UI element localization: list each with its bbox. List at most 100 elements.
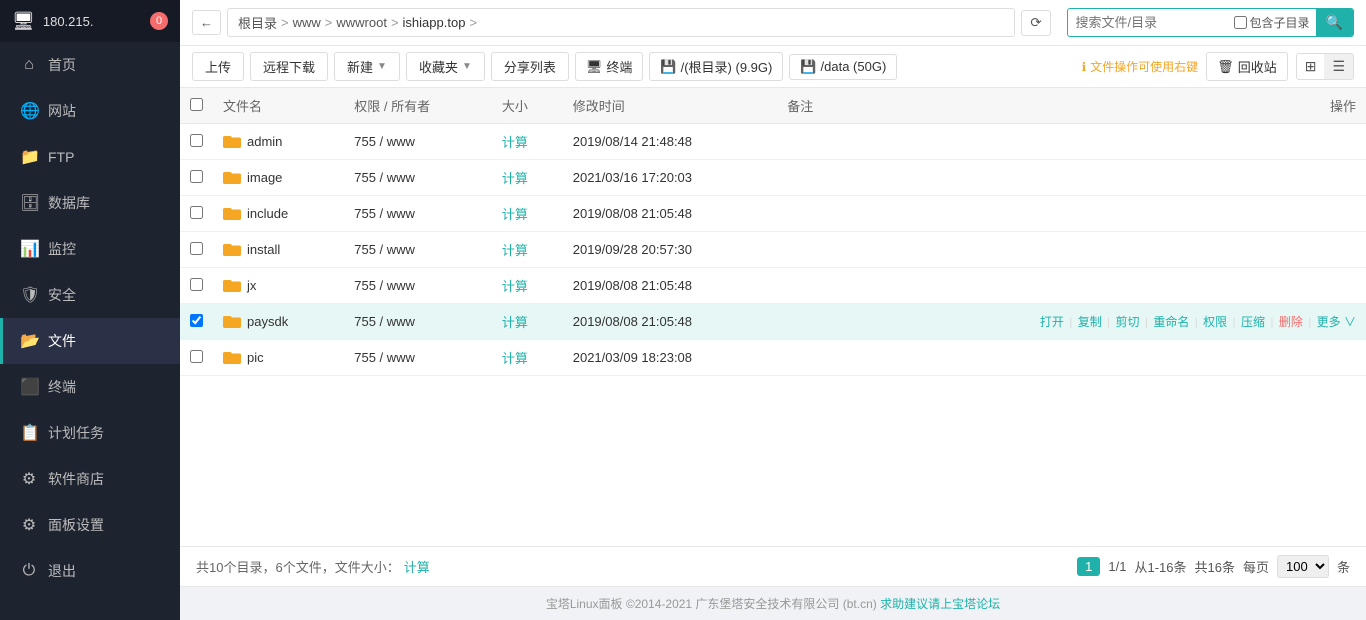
row-permission-cell: 755 / www: [344, 160, 492, 196]
search-input[interactable]: [1068, 11, 1228, 34]
action-cut[interactable]: 剪切: [1116, 315, 1140, 329]
action-copy[interactable]: 复制: [1078, 315, 1102, 329]
row-actions-cell: [848, 232, 1366, 268]
row-size-cell[interactable]: 计算: [492, 232, 563, 268]
table-header-row: 文件名 权限 / 所有者 大小 修改时间 备注 操作: [180, 88, 1366, 124]
sidebar-item-files[interactable]: 📂 文件: [0, 318, 180, 364]
row-checkbox[interactable]: [190, 170, 203, 183]
file-name-text[interactable]: pic: [247, 350, 264, 365]
cron-icon: 📋: [20, 423, 38, 443]
row-size-cell[interactable]: 计算: [492, 196, 563, 232]
row-note-cell: [777, 160, 848, 196]
footer-link[interactable]: 求助建议请上宝塔论坛: [880, 597, 1000, 611]
sidebar-label-ftp: FTP: [48, 149, 74, 165]
sidebar-item-database[interactable]: 🗄 数据库: [0, 180, 180, 226]
file-name-text[interactable]: install: [247, 242, 280, 257]
row-checkbox[interactable]: [190, 134, 203, 147]
toolbar-right: ℹ 文件操作可使用右键 🗑 回收站 ⊞ ☰: [1082, 52, 1354, 81]
sidebar-item-terminal[interactable]: ⬛ 终端: [0, 364, 180, 410]
sidebar-label-panel: 面板设置: [48, 515, 104, 535]
view-toggle: ⊞ ☰: [1296, 53, 1354, 80]
breadcrumb-wwwroot[interactable]: wwwroot: [336, 15, 387, 30]
breadcrumb-www[interactable]: www: [293, 15, 321, 30]
row-checkbox[interactable]: [190, 242, 203, 255]
remote-download-button[interactable]: 远程下载: [250, 52, 328, 81]
file-name-text[interactable]: image: [247, 170, 282, 185]
row-size-cell[interactable]: 计算: [492, 304, 563, 340]
row-size-cell[interactable]: 计算: [492, 124, 563, 160]
table-row: include 755 / www 计算 2019/08/08 21:05:48: [180, 196, 1366, 232]
file-name-text[interactable]: paysdk: [247, 314, 288, 329]
row-size-cell[interactable]: 计算: [492, 340, 563, 376]
sidebar-label-cron: 计划任务: [48, 423, 104, 443]
row-permission-cell: 755 / www: [344, 304, 492, 340]
file-name-wrapper: admin: [223, 133, 334, 151]
view-grid-button[interactable]: ⊞: [1297, 54, 1325, 79]
terminal-button[interactable]: 🖥 终端: [575, 52, 644, 81]
row-note-cell: [777, 340, 848, 376]
sidebar-item-monitor[interactable]: 📊 监控: [0, 226, 180, 272]
home-icon: ⌂: [20, 56, 38, 74]
action-delete[interactable]: 删除: [1279, 315, 1303, 329]
breadcrumb-bar: 根目录 > www > wwwroot > ishiapp.top >: [227, 8, 1015, 37]
share-list-button[interactable]: 分享列表: [491, 52, 569, 81]
recycle-bin-button[interactable]: 🗑 回收站: [1206, 52, 1288, 81]
row-checkbox[interactable]: [190, 350, 203, 363]
action-rename[interactable]: 重命名: [1153, 315, 1189, 329]
row-checkbox[interactable]: [190, 314, 203, 327]
favorites-button[interactable]: 收藏夹 ▼: [406, 52, 485, 81]
sidebar-item-cron[interactable]: 📋 计划任务: [0, 410, 180, 456]
row-checkbox-cell: [180, 160, 213, 196]
statusbar-calc[interactable]: 计算: [404, 557, 430, 576]
row-name-cell: paysdk: [213, 304, 344, 340]
sidebar-item-appstore[interactable]: ⚙ 软件商店: [0, 456, 180, 502]
sidebar-item-ftp[interactable]: 📁 FTP: [0, 134, 180, 180]
action-more[interactable]: 更多 ∨: [1317, 315, 1356, 329]
new-arrow-icon: ▼: [377, 61, 387, 72]
sidebar-label-home: 首页: [48, 55, 76, 75]
notification-badge: 0: [150, 12, 168, 30]
terminal-icon: ⬛: [20, 377, 38, 397]
row-actions-cell: 打开 | 复制 | 剪切 | 重命名 | 权限 | 压缩 | 删除 | 更多 ∨: [848, 304, 1366, 340]
sidebar-item-panel[interactable]: ⚙ 面板设置: [0, 502, 180, 548]
page-current-button[interactable]: 1: [1077, 557, 1100, 576]
view-list-button[interactable]: ☰: [1324, 54, 1353, 79]
row-size-cell[interactable]: 计算: [492, 160, 563, 196]
file-name-text[interactable]: include: [247, 206, 288, 221]
row-checkbox-cell: [180, 304, 213, 340]
root-disk-button[interactable]: 💾 /(根目录) (9.9G): [649, 52, 783, 81]
include-subdir-checkbox[interactable]: [1234, 16, 1247, 29]
row-checkbox[interactable]: [190, 278, 203, 291]
select-all-checkbox[interactable]: [190, 98, 203, 111]
sidebar-header: 🖥 180.215. 0: [0, 0, 180, 42]
page-total: 1/1: [1108, 559, 1126, 574]
row-actions-cell: [848, 196, 1366, 232]
grid-icon: ⊞: [1305, 58, 1317, 74]
statusbar-summary: 共10个目录，6个文件，文件大小：: [196, 557, 400, 576]
page-range: 从1-16条: [1134, 557, 1186, 576]
upload-button[interactable]: 上传: [192, 52, 244, 81]
per-page-select[interactable]: 100 50 200: [1277, 555, 1329, 578]
file-name-text[interactable]: admin: [247, 134, 282, 149]
file-name-text[interactable]: jx: [247, 278, 256, 293]
sidebar-item-home[interactable]: ⌂ 首页: [0, 42, 180, 88]
action-compress[interactable]: 压缩: [1241, 315, 1265, 329]
data-disk-button[interactable]: 💾 /data (50G): [789, 54, 897, 80]
row-name-cell: admin: [213, 124, 344, 160]
sidebar-item-logout[interactable]: ⏻ 退出: [0, 548, 180, 594]
breadcrumb-root[interactable]: 根目录: [238, 13, 277, 32]
data-disk-label: /data (50G): [821, 59, 887, 74]
row-checkbox[interactable]: [190, 206, 203, 219]
action-open[interactable]: 打开: [1040, 315, 1064, 329]
search-button[interactable]: 🔍: [1316, 9, 1353, 36]
row-size-cell[interactable]: 计算: [492, 268, 563, 304]
sidebar-item-website[interactable]: 🌐 网站: [0, 88, 180, 134]
info-icon: ℹ: [1082, 60, 1087, 74]
action-permission[interactable]: 权限: [1203, 315, 1227, 329]
refresh-button[interactable]: ⟳: [1021, 10, 1050, 36]
new-button[interactable]: 新建 ▼: [334, 52, 400, 81]
row-checkbox-cell: [180, 232, 213, 268]
sidebar-item-security[interactable]: 🛡 安全: [0, 272, 180, 318]
back-button[interactable]: ←: [192, 10, 221, 35]
statusbar: 共10个目录，6个文件，文件大小： 计算 1 1/1 从1-16条 共16条 每…: [180, 546, 1366, 586]
